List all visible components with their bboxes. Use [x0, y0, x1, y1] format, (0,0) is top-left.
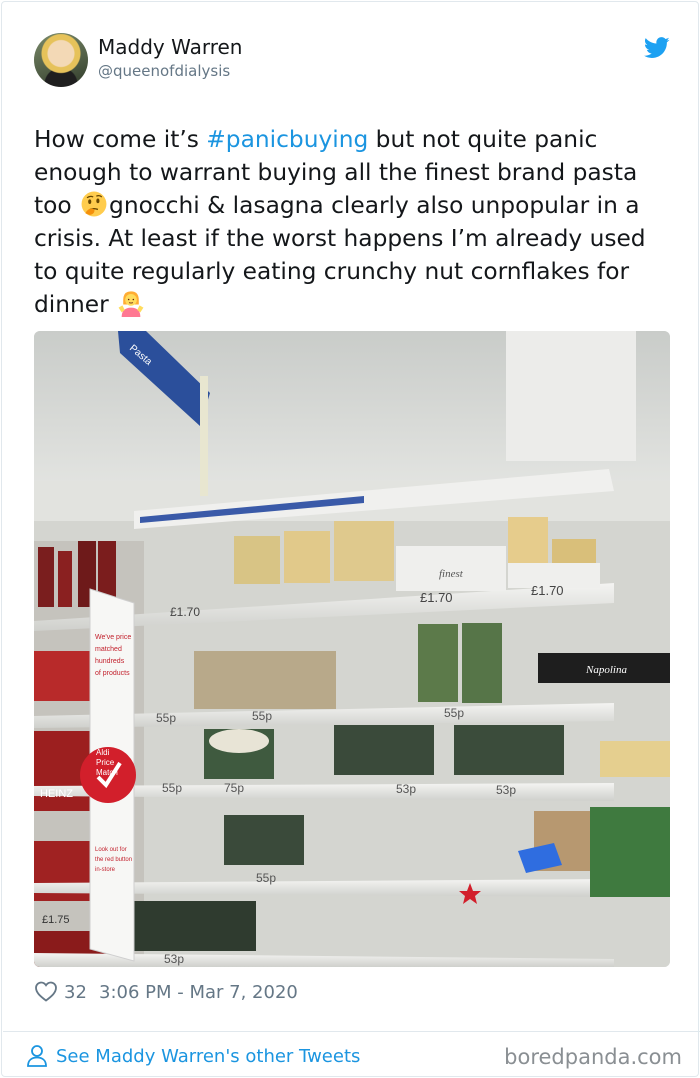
- watermark: boredpanda.com: [504, 1045, 682, 1069]
- price-tag-53-b: 53p: [496, 783, 516, 797]
- twitter-bird-icon[interactable]: [644, 37, 670, 59]
- like-count[interactable]: 32: [64, 982, 87, 1003]
- price-tag-175: £1.75: [42, 914, 70, 926]
- price-tag-55-a: 55p: [156, 711, 176, 725]
- author-name[interactable]: Maddy Warren: [98, 35, 242, 59]
- price-tag-55-e: 55p: [256, 871, 276, 885]
- woman-shrugging-emoji-icon: [118, 291, 144, 317]
- footer-divider: [3, 1031, 700, 1032]
- price-match-badge-2: Price: [96, 758, 115, 767]
- price-match-badge: Aldi: [96, 748, 110, 757]
- finest-label: finest: [439, 568, 464, 580]
- tweet-footer: 32 3:06 PM - Mar 7, 2020: [34, 979, 674, 1005]
- heinz-label: HEINZ: [40, 788, 73, 800]
- price-tag-170-a: £1.70: [420, 590, 453, 605]
- price-match-top-3: hundreds: [95, 658, 125, 665]
- price-match-bottom: Look out for: [95, 847, 127, 853]
- price-match-top-4: of products: [95, 670, 130, 677]
- price-tag-170-b: £1.70: [531, 583, 564, 598]
- price-match-bottom-2: the red button: [95, 857, 132, 863]
- price-tag-55-c: 55p: [444, 706, 464, 720]
- tweet-text-part1: How come it’s: [34, 126, 207, 153]
- tweet-text: How come it’s #panicbuying but not quite…: [34, 123, 674, 321]
- timestamp[interactable]: 3:06 PM - Mar 7, 2020: [99, 982, 298, 1003]
- author-handle[interactable]: @queenofdialysis: [98, 62, 230, 80]
- price-match-badge-3: Match: [96, 768, 118, 777]
- hashtag-link[interactable]: #panicbuying: [206, 126, 368, 153]
- heart-icon[interactable]: [34, 980, 58, 1002]
- price-tag-170-c: £1.70: [170, 605, 200, 619]
- person-icon: [27, 1045, 47, 1067]
- price-tag-55-b: 55p: [252, 709, 272, 723]
- avatar[interactable]: [34, 33, 88, 87]
- tweet-card: Maddy Warren @queenofdialysis How come i…: [1, 1, 700, 1077]
- price-match-top: We've price: [95, 634, 131, 641]
- price-tag-53-a: 53p: [396, 782, 416, 796]
- price-tag-53-c: 53p: [164, 952, 184, 966]
- price-tag-55-d: 55p: [162, 781, 182, 795]
- price-tag-75: 75p: [224, 781, 244, 795]
- tweet-header: Maddy Warren @queenofdialysis: [34, 33, 674, 89]
- price-match-top-2: matched: [95, 646, 122, 653]
- supermarket-shelf-photo: Pasta finest £1.70 £1.70 £1.70 Napolina …: [34, 331, 670, 967]
- price-match-bottom-3: in-store: [95, 867, 116, 873]
- see-more-tweets-label[interactable]: See Maddy Warren's other Tweets: [56, 1046, 360, 1067]
- shelf-photo[interactable]: Pasta finest £1.70 £1.70 £1.70 Napolina …: [34, 331, 670, 967]
- thinking-face-emoji-icon: [81, 191, 107, 217]
- napolina-label: Napolina: [585, 664, 627, 676]
